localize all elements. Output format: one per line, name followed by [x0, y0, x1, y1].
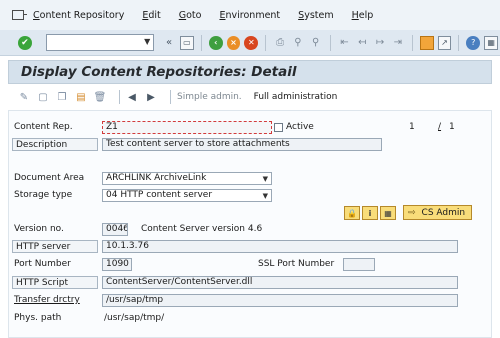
toolbar-separator [170, 90, 171, 104]
help-icon[interactable]: ? [466, 35, 481, 50]
paging-current: 1 [409, 122, 415, 132]
menu-bar: Content Repository Edit Goto Environment… [0, 0, 500, 30]
transport-icon[interactable]: ▤ [75, 91, 87, 103]
description-label: Description [12, 138, 98, 151]
http-script-field[interactable]: ContentServer/ContentServer.dll [102, 276, 458, 289]
collapse-icon[interactable]: « [162, 36, 176, 50]
copy-icon[interactable]: ❐ [56, 91, 68, 103]
command-field[interactable] [45, 34, 155, 51]
create-session-icon[interactable] [419, 35, 434, 50]
info-button[interactable]: i [362, 206, 378, 220]
cs-admin-label: CS Admin [421, 207, 466, 218]
previous-entry-icon[interactable]: ◀ [126, 91, 138, 103]
application-toolbar: ✎ ▢ ❐ ▤ 🗑 ◀ ▶ Simple admin. Full adminis… [8, 86, 492, 108]
paging-separator: / [438, 122, 442, 132]
description-field[interactable]: Test content server to store attachments [102, 138, 382, 151]
menu-goto[interactable]: Goto [179, 10, 202, 21]
ssl-port-label: SSL Port Number [258, 259, 335, 269]
transfer-directory-label: Transfer drctry [14, 295, 80, 305]
document-area-select[interactable]: ARCHLINK ArchiveLink [102, 172, 272, 185]
cs-admin-button[interactable]: ⇨ CS Admin [403, 205, 473, 220]
toolbar-separator [458, 34, 460, 51]
physical-path-value: /usr/sap/tmp/ [104, 313, 165, 323]
next-page-icon[interactable]: ↦ [373, 36, 387, 50]
back-icon[interactable]: ‹ [208, 35, 223, 50]
paging-total: 1 [449, 122, 455, 132]
find-next-icon[interactable]: ⚲ [309, 36, 323, 50]
version-label: Version no. [14, 224, 64, 234]
display-change-icon[interactable]: ✎ [18, 91, 30, 103]
exit-icon[interactable]: ⨯ [226, 35, 241, 50]
http-server-field[interactable]: 10.1.3.76 [102, 240, 458, 253]
toolbar-separator [200, 34, 202, 51]
document-area-label: Document Area [14, 173, 85, 183]
active-checkbox[interactable] [274, 123, 283, 132]
http-script-label: HTTP Script [12, 276, 98, 289]
shortcut-icon[interactable]: ↗ [437, 35, 452, 50]
menu-help[interactable]: Help [352, 10, 374, 21]
simple-admin-button[interactable]: Simple admin. [177, 92, 242, 102]
print-icon[interactable]: ⎙ [273, 36, 287, 50]
layout-menu-icon[interactable]: ▦ [484, 35, 499, 50]
transfer-directory-field[interactable]: /usr/sap/tmp [102, 294, 458, 307]
create-icon[interactable]: ▢ [37, 91, 49, 103]
menu-environment[interactable]: Environment [219, 10, 280, 21]
active-label: Active [286, 122, 314, 132]
version-field[interactable]: 0046 [102, 223, 128, 236]
content-rep-field[interactable]: Z1 [102, 121, 272, 134]
title-bar: Display Content Repositories: Detail [8, 60, 492, 84]
last-page-icon[interactable]: ⇥ [391, 36, 405, 50]
delete-icon[interactable]: 🗑 [94, 91, 107, 103]
physical-path-label: Phys. path [14, 313, 62, 323]
cancel-icon[interactable]: ✕ [244, 35, 259, 50]
menu-system[interactable]: System [298, 10, 333, 21]
table-button[interactable]: ▦ [380, 206, 396, 220]
detail-form: Content Rep. Z1 Active 1 / 1 Description… [8, 110, 492, 338]
window-menu-icon[interactable] [12, 10, 27, 20]
toolbar-separator [411, 34, 413, 51]
full-administration-button[interactable]: Full administration [254, 92, 338, 102]
menu-edit[interactable]: Edit [142, 10, 160, 21]
toolbar-separator [265, 34, 267, 51]
content-rep-label: Content Rep. [14, 122, 73, 132]
find-icon[interactable]: ⚲ [291, 36, 305, 50]
toolbar-separator [329, 34, 331, 51]
standard-toolbar: ✔ « ▭ ‹ ⨯ ✕ ⎙ ⚲ ⚲ ⇤ ↤ ↦ ⇥ ↗ ? ▦ [0, 30, 500, 56]
first-page-icon[interactable]: ⇤ [338, 36, 352, 50]
next-entry-icon[interactable]: ▶ [145, 91, 157, 103]
menu-content-repository[interactable]: Content Repository [33, 10, 124, 21]
http-server-label: HTTP server [12, 240, 98, 253]
toolbar-separator [119, 90, 120, 104]
save-icon[interactable]: ▭ [180, 35, 194, 50]
lock-button[interactable]: 🔒 [344, 206, 360, 220]
enter-icon[interactable]: ✔ [18, 35, 32, 50]
page-title: Display Content Repositories: Detail [21, 64, 297, 80]
port-number-field[interactable]: 1090 [102, 258, 132, 271]
previous-page-icon[interactable]: ↤ [355, 36, 369, 50]
version-description: Content Server version 4.6 [141, 224, 263, 234]
port-number-label: Port Number [14, 259, 71, 269]
arrow-right-icon: ⇨ [408, 207, 416, 218]
storage-type-label: Storage type [14, 190, 73, 200]
ssl-port-field[interactable] [343, 258, 375, 271]
storage-type-select[interactable]: 04 HTTP content server [102, 189, 272, 202]
